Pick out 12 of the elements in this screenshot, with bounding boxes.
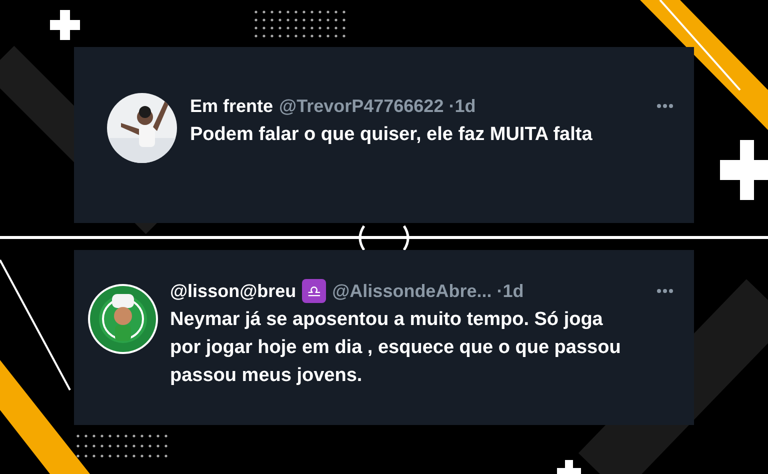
- plus-icon: [720, 140, 768, 200]
- more-icon[interactable]: [656, 103, 674, 109]
- tweet-text: Podem falar o que quiser, ele faz MUITA falta: [190, 123, 594, 147]
- plus-icon: [50, 10, 80, 40]
- zodiac-badge: ♎: [302, 279, 326, 303]
- display-name[interactable]: @lisson@breu: [170, 280, 296, 302]
- more-icon[interactable]: [656, 288, 674, 294]
- user-handle[interactable]: @TrevorP47766622 ·1d: [279, 96, 476, 116]
- tweet-text: Neymar já se aposentou a muito tempo. Só joga por jogar hoje em dia , esquece que o que passou passou meus jovens.: [170, 308, 622, 388]
- display-name[interactable]: Em frente: [190, 96, 274, 116]
- plus-icon: [557, 460, 581, 474]
- user-handle[interactable]: @AlissondeAbre... ·1d: [332, 280, 524, 302]
